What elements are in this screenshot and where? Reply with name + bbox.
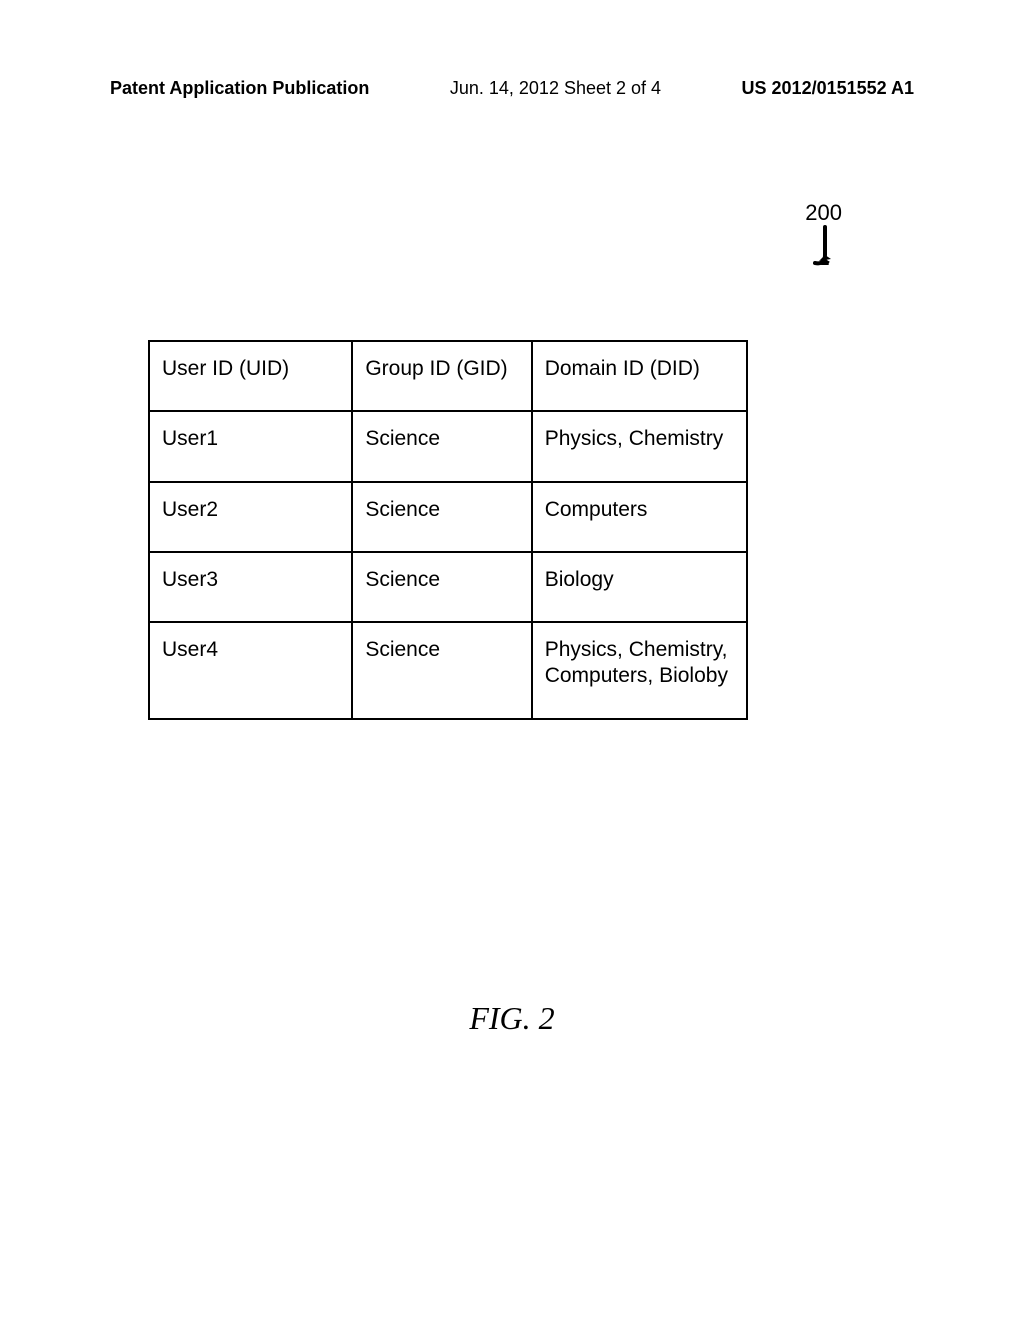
cell-uid: User3: [149, 552, 352, 622]
table-header-row: User ID (UID) Group ID (GID) Domain ID (…: [149, 341, 747, 411]
table-row: User3 Science Biology: [149, 552, 747, 622]
col-header-uid: User ID (UID): [149, 341, 352, 411]
header-left: Patent Application Publication: [110, 78, 369, 99]
reference-leader-icon: [811, 225, 839, 274]
col-header-gid: Group ID (GID): [352, 341, 531, 411]
cell-gid: Science: [352, 482, 531, 552]
reference-number: 200: [805, 200, 842, 226]
page-header: Patent Application Publication Jun. 14, …: [0, 78, 1024, 99]
figure-caption: FIG. 2: [0, 1000, 1024, 1037]
cell-gid: Science: [352, 622, 531, 719]
col-header-did: Domain ID (DID): [532, 341, 747, 411]
cell-did: Computers: [532, 482, 747, 552]
cell-uid: User2: [149, 482, 352, 552]
table-row: User2 Science Computers: [149, 482, 747, 552]
header-right: US 2012/0151552 A1: [742, 78, 914, 99]
cell-did: Physics, Chemistry, Computers, Bioloby: [532, 622, 747, 719]
data-table: User ID (UID) Group ID (GID) Domain ID (…: [148, 340, 748, 720]
cell-did: Physics, Chemistry: [532, 411, 747, 481]
cell-uid: User4: [149, 622, 352, 719]
cell-did: Biology: [532, 552, 747, 622]
cell-gid: Science: [352, 411, 531, 481]
cell-gid: Science: [352, 552, 531, 622]
table-row: User4 Science Physics, Chemistry, Comput…: [149, 622, 747, 719]
table-row: User1 Science Physics, Chemistry: [149, 411, 747, 481]
header-center: Jun. 14, 2012 Sheet 2 of 4: [450, 78, 661, 99]
cell-uid: User1: [149, 411, 352, 481]
